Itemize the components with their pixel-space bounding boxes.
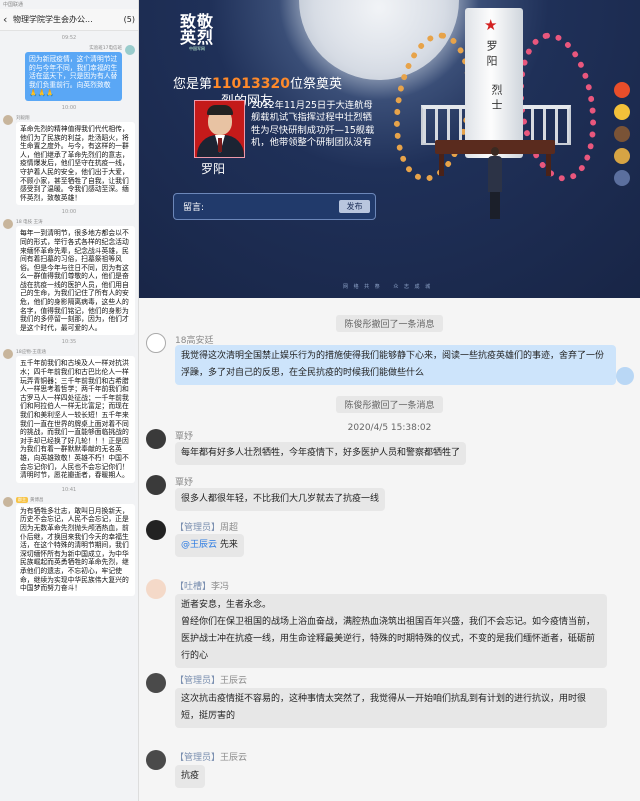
message-label: 留言: — [183, 203, 205, 213]
message-board: 留言: 发布 — [173, 193, 376, 220]
chat-title: 物理学院学生会办公... — [13, 15, 93, 24]
recall-notice: 陈俊彤撤回了一条消息 — [139, 393, 640, 413]
avatar[interactable] — [146, 475, 166, 495]
member-count: (5) — [123, 15, 135, 24]
avatar[interactable] — [146, 579, 166, 599]
avatar[interactable] — [125, 45, 135, 55]
sender-name-text: 黄博昌 — [30, 497, 44, 503]
message-text: 先来 — [217, 540, 238, 550]
sender-name: 实验班17电信班 — [89, 46, 122, 51]
message-bubble[interactable]: 每年都有好多人壮烈牺牲，今年疫情下，好多医护人员和警察都牺牲了 — [175, 442, 467, 465]
sender-name: 群主 黄博昌 — [16, 496, 135, 503]
monument-name: 罗阳 — [485, 40, 498, 70]
avatar[interactable] — [3, 219, 13, 230]
avatar[interactable] — [146, 333, 166, 353]
message-bubble[interactable]: 我觉得这次清明全国禁止娱乐行为的措施使得我们能够静下心来，阅读一些抗疫英雄们的事… — [175, 345, 616, 385]
message-bubble[interactable]: 为有牺牲多壮志，敢叫日月换新天，历史不会忘记，人民不会忘记，正是因为无数革命先烈… — [16, 503, 135, 596]
hero-biography: 2012年11月25日于大连航母舰载机试飞指挥过程中壮烈牺牲为尽快研制成功歼—1… — [251, 100, 375, 148]
sender-line: 【管理员】王辰云 — [175, 750, 247, 763]
mention-link[interactable]: @王辰云 — [181, 540, 217, 550]
memorial-page: 致敬英烈 中国军网 您是第11013320位祭奠英 烈的网友 罗阳 2012年1… — [139, 0, 640, 298]
message-bubble[interactable]: 革命先烈的精神值得我们代代相传，他们为了民族的利益，赴汤蹈火，将生命置之度外。与… — [16, 121, 135, 206]
site-logo[interactable]: 致敬英烈 中国军网 — [175, 12, 219, 52]
incense-offering-icon[interactable] — [614, 148, 630, 164]
avatar[interactable] — [146, 429, 166, 449]
counter-prefix: 您是第 — [173, 77, 213, 92]
recall-notice-text: 陈俊彤撤回了一条消息 — [336, 315, 443, 332]
list-item[interactable]: 18 电技 王涛 每年一到清明节，很多地方都会以不同的形式，举行各式各样的纪念活… — [3, 219, 135, 336]
list-item[interactable]: 实验班17电信班 因为新冠疫情，这个清明节过的与今年不同，我们幸福的生活在蓝天下… — [3, 45, 135, 101]
flower-offering-icon[interactable] — [614, 82, 630, 98]
role-badge: 【吐槽】 — [175, 582, 212, 592]
avatar[interactable] — [146, 750, 166, 770]
message-bubble[interactable]: 每年一到清明节，很多地方都会以不同的形式，举行各式各样的纪念活动来缅怀革命先辈，… — [16, 226, 135, 336]
group-chat: 陈俊彤撤回了一条消息 18高安廷 我觉得这次清明全国禁止娱乐行为的措施使得我们能… — [139, 298, 640, 801]
page-footer: 网 络 共 祭 众 志 成 城 — [339, 283, 436, 290]
sender-name: 王辰云 — [220, 676, 248, 686]
mourner-figure — [488, 147, 502, 219]
recall-notice: 陈俊彤撤回了一条消息 — [139, 312, 640, 332]
message-bubble[interactable]: 逝者安息，生者永念。 曾经你们在保卫祖国的战场上浴血奋战，满腔热血浇筑出祖国百年… — [175, 594, 607, 668]
left-message-list: 09:52 实验班17电信班 因为新冠疫情，这个清明节过的与今年不同，我们幸福的… — [0, 35, 138, 596]
timestamp: 10:35 — [61, 339, 77, 346]
footer-item: 网 络 共 祭 — [343, 284, 382, 290]
sender-name: 刘毅翔 — [16, 115, 30, 121]
avatar[interactable] — [146, 673, 166, 693]
status-bar: 中国联通 — [3, 2, 24, 8]
message-bubble[interactable]: 五千年前我们和古埃及人一样对抗洪水；四千年前我们和古巴比伦人一样玩弄青铜器；三千… — [16, 356, 135, 483]
message-bubble[interactable]: 这次抗击疫情挺不容易的，这种事情太突然了，我觉得从一开始咱们抗乱到有计划的进行抗… — [175, 688, 607, 728]
sender-name: 王辰云 — [220, 753, 248, 763]
offering-toolbar — [611, 82, 633, 192]
timestamp-text: 2020/4/5 15:38:02 — [347, 423, 432, 433]
sender-name: 18应物-王莲涵 — [16, 350, 46, 356]
sender-name: 周超 — [220, 523, 239, 533]
self-avatar[interactable] — [616, 367, 634, 385]
red-star-icon: ★ — [484, 16, 498, 34]
back-arrow-icon[interactable]: ‹ — [3, 13, 13, 26]
left-phone-chat: 中国联通 ‹ 物理学院学生会办公... (5) 09:52 实验班17电信班 因… — [0, 0, 139, 801]
wreath-offering-icon[interactable] — [614, 170, 630, 186]
sender-name: 18 电技 王涛 — [16, 220, 43, 226]
role-badge: 【管理员】 — [175, 523, 221, 533]
list-item[interactable]: 刘毅翔 革命先烈的精神值得我们代代相传，他们为了民族的利益，赴汤蹈火，将生命置之… — [3, 114, 135, 206]
hero-portrait — [194, 100, 245, 158]
message-bubble[interactable]: 很多人都很年轻，不比我们大几岁就去了抗疫一线 — [175, 488, 386, 511]
footer-item: 众 志 成 城 — [393, 284, 433, 290]
timestamp: 09:52 — [61, 35, 77, 41]
publish-button[interactable]: 发布 — [339, 200, 370, 213]
sender-name: 覃妤 — [175, 432, 194, 442]
message-bubble[interactable]: 抗疫 — [175, 765, 206, 788]
counter-suffix: 位祭奠英 — [289, 77, 342, 92]
role-badge: 【管理员】 — [175, 753, 221, 763]
avatar[interactable] — [146, 520, 166, 540]
sender-line: 【吐槽】李冯 — [175, 579, 229, 592]
timestamp: 10:41 — [61, 486, 77, 493]
timestamp: 10:00 — [61, 209, 77, 216]
memorial-monument: ★ 罗阳 烈士 — [465, 8, 523, 158]
sender-line: 【管理员】王辰云 — [175, 673, 247, 686]
role-badge: 【管理员】 — [175, 676, 221, 686]
sender-name: 李冯 — [211, 582, 230, 592]
message-bubble[interactable]: @王辰云 先来 — [175, 534, 244, 557]
candle-offering-icon[interactable] — [614, 104, 630, 120]
message-bubble[interactable]: 因为新冠疫情，这个清明节过的与今年不同，我们幸福的生活在蓝天下，只是因为有人替我… — [25, 52, 122, 101]
list-item[interactable]: 群主 黄博昌 为有牺牲多壮志，敢叫日月换新天，历史不会忘记，人民不会忘记，正是因为… — [3, 496, 135, 596]
avatar[interactable] — [3, 114, 13, 125]
chat-timestamp: 2020/4/5 15:38:02 — [139, 415, 640, 435]
list-item[interactable]: 18应物-王莲涵 五千年前我们和古埃及人一样对抗洪水；四千年前我们和古巴比伦人一… — [3, 349, 135, 483]
hero-name: 罗阳 — [201, 162, 226, 176]
drink-offering-icon[interactable] — [614, 126, 630, 142]
timestamp: 10:00 — [61, 104, 77, 111]
chat-header: ‹ 物理学院学生会办公... (5) — [0, 9, 138, 31]
monument-title: 烈士 — [490, 84, 503, 114]
avatar[interactable] — [3, 496, 13, 507]
recall-notice-text: 陈俊彤撤回了一条消息 — [336, 396, 443, 413]
owner-badge: 群主 — [16, 496, 28, 503]
sender-name: 覃妤 — [175, 478, 194, 488]
sender-line: 【管理员】周超 — [175, 520, 238, 533]
logo-title: 致敬英烈 — [179, 12, 214, 47]
avatar[interactable] — [3, 349, 13, 360]
message-input[interactable] — [210, 199, 330, 214]
